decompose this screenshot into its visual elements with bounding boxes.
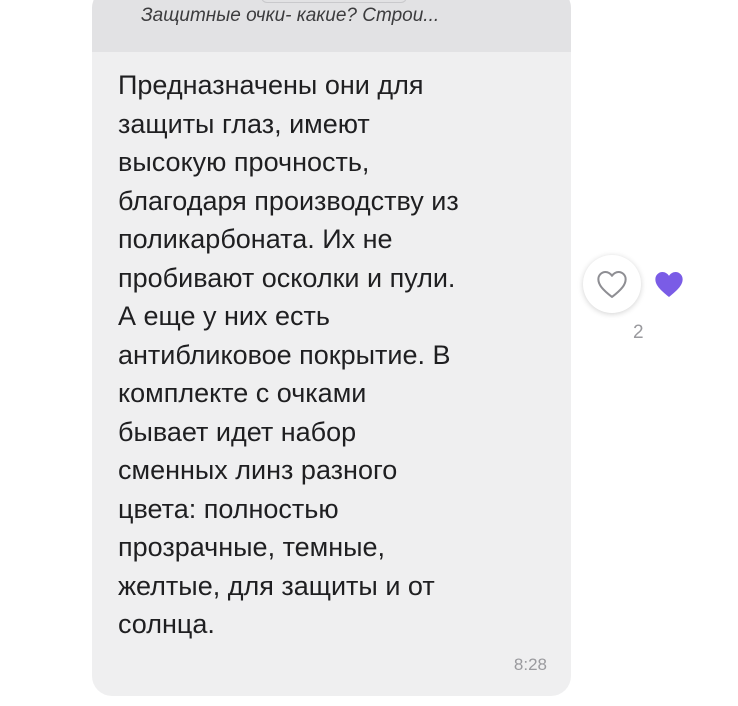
like-count: 2 xyxy=(633,322,644,343)
message-bubble[interactable]: Защитные очки- какие? Строи... Предназна… xyxy=(92,0,571,696)
heart-outline-icon xyxy=(597,270,627,298)
heart-reaction-button[interactable] xyxy=(647,262,691,306)
reply-handle xyxy=(261,0,407,3)
reply-quote-text: Защитные очки- какие? Строи... xyxy=(141,5,440,26)
heart-filled-icon xyxy=(655,272,683,297)
like-reaction-button[interactable] xyxy=(583,255,641,313)
message-text: Предназначены они для защиты глаз, имеют… xyxy=(118,70,459,639)
reply-quote[interactable]: Защитные очки- какие? Строи... xyxy=(92,0,571,52)
message-time: 8:28 xyxy=(513,655,547,674)
